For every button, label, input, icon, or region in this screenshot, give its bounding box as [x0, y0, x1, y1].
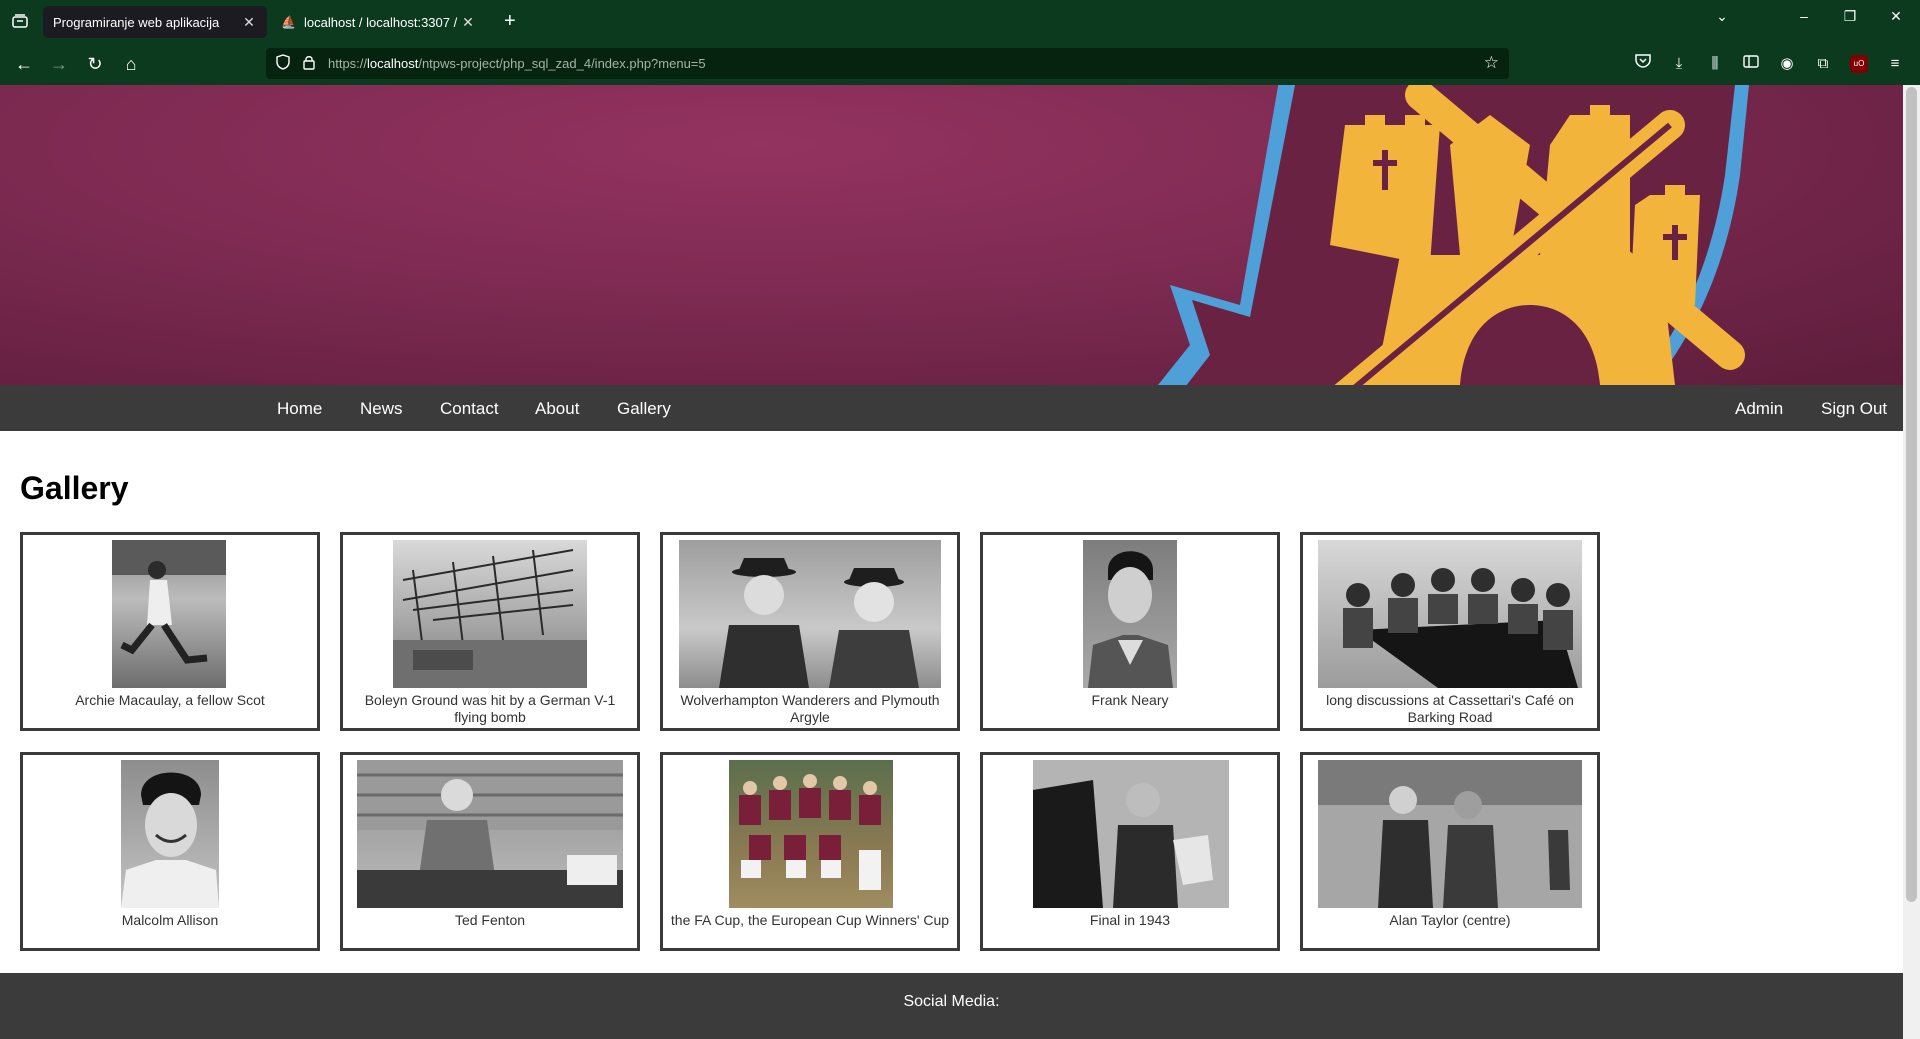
- gallery-item[interactable]: Frank Neary: [980, 532, 1280, 731]
- page-title: Gallery: [20, 470, 129, 506]
- gallery-caption: Archie Macaulay, a fellow Scot: [75, 692, 265, 708]
- lock-icon[interactable]: [302, 54, 316, 73]
- gallery-photo[interactable]: [1083, 540, 1177, 688]
- gallery-item[interactable]: Boleyn Ground was hit by a German V-1 fl…: [340, 532, 640, 731]
- scrollbar-thumb[interactable]: [1906, 87, 1917, 902]
- download-icon[interactable]: ⤓: [1667, 52, 1691, 76]
- browser-tab-bar: Programiranje web aplikacija ✕ ⛵ localho…: [0, 0, 1920, 42]
- menu-gallery[interactable]: Gallery: [617, 399, 671, 419]
- forward-arrow-icon[interactable]: →: [46, 52, 72, 76]
- header-banner: [0, 85, 1903, 385]
- home-icon[interactable]: ⌂: [118, 52, 144, 76]
- url-path: /ntpws-project/php_sql_zad_4/index.php?m…: [418, 56, 706, 71]
- gallery-item[interactable]: long discussions at Cassettari's Café on…: [1300, 532, 1600, 731]
- gallery-item[interactable]: the FA Cup, the European Cup Winners' Cu…: [660, 752, 960, 951]
- page-footer: Social Media:: [0, 973, 1903, 1039]
- tab-phpmyadmin[interactable]: ⛵ localhost / localhost:3307 / ntpws ✕: [271, 6, 486, 38]
- gallery-caption: Alan Taylor (centre): [1389, 912, 1511, 928]
- ublock-icon[interactable]: uO: [1850, 55, 1868, 73]
- plus-icon[interactable]: +: [504, 10, 516, 32]
- shield-icon[interactable]: [276, 54, 290, 73]
- site-menu: Home News Contact About Gallery Admin Si…: [0, 385, 1903, 431]
- close-window-icon[interactable]: ✕: [1881, 8, 1911, 25]
- gallery-photo[interactable]: [112, 540, 226, 688]
- page-scrollbar[interactable]: [1903, 85, 1920, 1039]
- gallery-photo[interactable]: [1033, 760, 1229, 908]
- menu-news[interactable]: News: [360, 399, 403, 419]
- gallery-caption: Final in 1943: [1089, 912, 1171, 928]
- west-ham-crest-logo: [1158, 85, 1749, 385]
- url-scheme: https://: [328, 56, 368, 71]
- library-icon[interactable]: ⫼: [1703, 52, 1727, 76]
- minimize-icon[interactable]: –: [1789, 8, 1819, 24]
- extensions-icon[interactable]: ⧉: [1811, 52, 1835, 76]
- close-icon[interactable]: ✕: [241, 14, 257, 31]
- gallery-photo[interactable]: [121, 760, 219, 908]
- tab-title: localhost / localhost:3307 / ntpws: [304, 14, 460, 30]
- gallery-item[interactable]: Final in 1943: [980, 752, 1280, 951]
- menu-home[interactable]: Home: [277, 399, 322, 419]
- menu-sign-out[interactable]: Sign Out: [1821, 399, 1887, 419]
- gallery-photo[interactable]: [393, 540, 587, 688]
- gallery-caption: Wolverhampton Wanderers and Plymouth Arg…: [680, 692, 940, 725]
- gallery-item[interactable]: Ted Fenton: [340, 752, 640, 951]
- close-icon[interactable]: ✕: [460, 14, 476, 31]
- pocket-icon[interactable]: [1631, 52, 1655, 76]
- menu-about[interactable]: About: [535, 399, 579, 419]
- gallery-photo[interactable]: [1318, 760, 1582, 908]
- url-bar[interactable]: https://localhost/ntpws-project/php_sql_…: [266, 48, 1509, 79]
- sidebar-icon[interactable]: [1739, 52, 1763, 76]
- gallery-photo[interactable]: [679, 540, 941, 688]
- menu-contact[interactable]: Contact: [440, 399, 499, 419]
- chevron-down-icon[interactable]: ⌄: [1707, 8, 1737, 25]
- gallery-item[interactable]: Alan Taylor (centre): [1300, 752, 1600, 951]
- page-viewport: Home News Contact About Gallery Admin Si…: [0, 85, 1903, 1039]
- gallery-caption: Frank Neary: [1091, 692, 1169, 708]
- gallery-item[interactable]: Wolverhampton Wanderers and Plymouth Arg…: [660, 532, 960, 731]
- gallery-caption: Malcolm Allison: [121, 912, 219, 928]
- tab-programiranje[interactable]: Programiranje web aplikacija ✕: [43, 6, 267, 38]
- gallery-item[interactable]: Archie Macaulay, a fellow Scot: [20, 532, 320, 731]
- browser-nav-bar: ← → ↻ ⌂ https://localhost/ntpws-project/…: [0, 42, 1920, 85]
- social-media-label: Social Media:: [903, 993, 1000, 1010]
- hamburger-menu-icon[interactable]: ≡: [1883, 52, 1907, 76]
- reload-icon[interactable]: ↻: [82, 52, 108, 76]
- star-icon[interactable]: ☆: [1484, 53, 1499, 73]
- tab-list-icon[interactable]: [8, 10, 32, 32]
- gallery-caption: long discussions at Cassettari's Café on…: [1326, 692, 1574, 725]
- tab-title: Programiranje web aplikacija: [53, 14, 220, 30]
- gallery-caption: the FA Cup, the European Cup Winners' Cu…: [670, 912, 950, 928]
- restore-icon[interactable]: ❐: [1835, 8, 1865, 25]
- url-text[interactable]: https://localhost/ntpws-project/php_sql_…: [328, 56, 706, 71]
- gallery-caption: Boleyn Ground was hit by a German V-1 fl…: [364, 692, 616, 725]
- back-arrow-icon[interactable]: ←: [11, 52, 37, 76]
- gallery-item[interactable]: Malcolm Allison: [20, 752, 320, 951]
- account-icon[interactable]: ◉: [1775, 52, 1799, 76]
- gallery-photo[interactable]: [1318, 540, 1582, 688]
- url-host: localhost: [367, 56, 419, 71]
- gallery-photo[interactable]: [357, 760, 623, 908]
- phpmyadmin-icon: ⛵: [281, 15, 296, 29]
- gallery-photo[interactable]: [729, 760, 893, 908]
- gallery-caption: Ted Fenton: [454, 912, 526, 928]
- menu-admin[interactable]: Admin: [1735, 399, 1783, 419]
